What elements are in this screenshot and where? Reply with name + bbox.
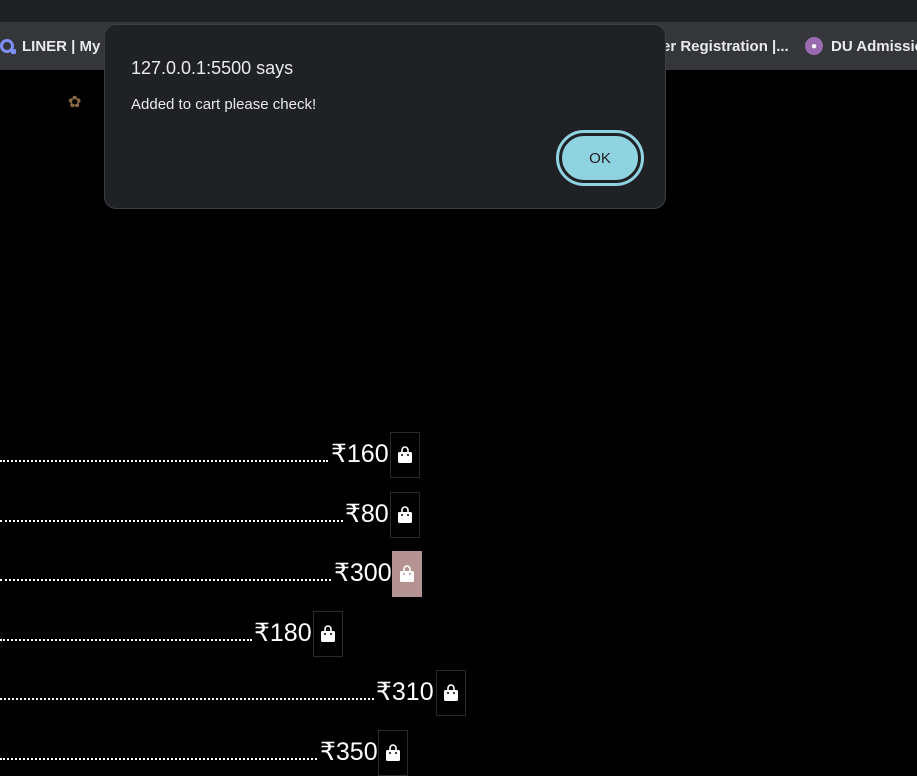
add-to-cart-button[interactable] (378, 730, 408, 776)
alert-title: 127.0.0.1:5500 says (131, 58, 294, 78)
add-to-cart-button[interactable] (392, 551, 422, 597)
shopping-bag-icon (321, 625, 335, 642)
dotted-leader (0, 520, 343, 522)
bookmark-registration[interactable]: er Registration |... (662, 22, 789, 70)
item-price: ₹300 (334, 559, 392, 587)
item-price: ₹80 (345, 500, 389, 528)
bookmark-label: DU Admissio (831, 37, 917, 55)
alert-message: Added to cart please check! (131, 96, 317, 113)
item-price: ₹350 (320, 738, 378, 766)
item-price: ₹310 (376, 678, 434, 706)
item-price: ₹180 (254, 619, 312, 647)
liner-icon (0, 39, 16, 54)
bookmark-liner[interactable]: LINER | My (0, 22, 100, 70)
shopping-bag-icon (398, 506, 412, 523)
butterfly-icon: ✿ (68, 94, 82, 111)
dotted-leader (0, 639, 252, 641)
shopping-bag-icon (398, 446, 412, 463)
item-price: ₹160 (331, 440, 389, 468)
bookmark-label: er Registration |... (662, 37, 789, 55)
browser-top-strip (0, 0, 917, 22)
dotted-leader (0, 579, 331, 581)
add-to-cart-button[interactable] (313, 611, 343, 657)
dotted-leader (0, 758, 317, 760)
ok-button-label: OK (561, 135, 639, 181)
add-to-cart-button[interactable] (436, 670, 466, 716)
bookmark-du-admission[interactable]: ● DU Admissio (805, 22, 917, 70)
du-icon: ● (805, 37, 823, 55)
ok-button[interactable]: OK (556, 130, 644, 186)
shopping-bag-icon (386, 744, 400, 761)
dotted-leader (0, 460, 328, 462)
alert-dialog: 127.0.0.1:5500 says Added to cart please… (104, 24, 666, 209)
shopping-bag-icon (444, 684, 458, 701)
add-to-cart-button[interactable] (390, 492, 420, 538)
add-to-cart-button[interactable] (390, 432, 420, 478)
bookmark-label: LINER | My (22, 37, 101, 55)
shopping-bag-icon (400, 565, 414, 582)
dotted-leader (0, 698, 374, 700)
